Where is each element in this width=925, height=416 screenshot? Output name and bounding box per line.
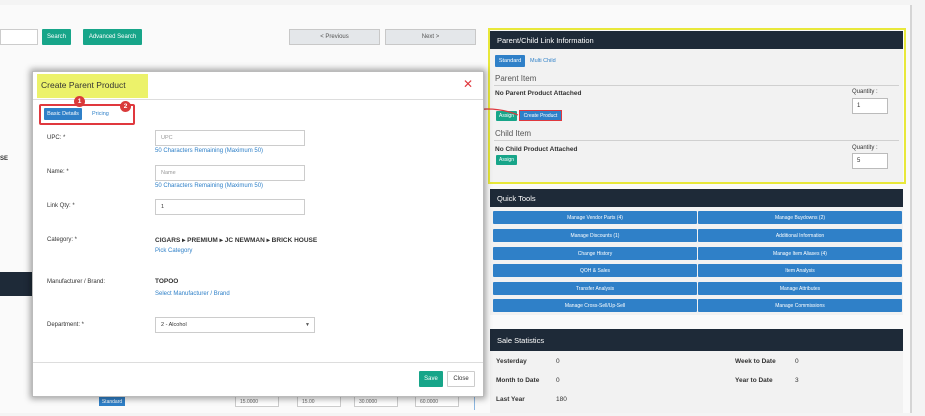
transfer-analysis-button[interactable]: Transfer Analysis bbox=[493, 282, 697, 295]
step-badge-2: 2 bbox=[120, 101, 131, 112]
chevron-down-icon: ▼ bbox=[305, 322, 310, 328]
standard-button[interactable]: Standard bbox=[99, 397, 125, 406]
upc-label: UPC: * bbox=[47, 135, 66, 141]
stat-value: 0 bbox=[795, 358, 799, 365]
close-icon[interactable]: ✕ bbox=[463, 78, 473, 90]
close-button[interactable]: Close bbox=[447, 371, 475, 387]
name-hint: 50 Characters Remaining (Maximum 50) bbox=[155, 183, 264, 189]
next-button[interactable]: Next > bbox=[385, 29, 476, 45]
name-label: Name: * bbox=[47, 169, 69, 175]
item-analysis-button[interactable]: Item Analysis bbox=[698, 264, 902, 277]
sale-statistics-title: Sale Statistics bbox=[490, 329, 903, 351]
category-label: Category: * bbox=[47, 237, 78, 243]
stat-label: Month to Date bbox=[496, 377, 540, 384]
stat-value: 180 bbox=[556, 396, 567, 403]
manage-item-aliases-button[interactable]: Manage Item Aliases (4) bbox=[698, 247, 902, 260]
department-select[interactable]: 2 - Alcohol ▼ bbox=[155, 317, 315, 333]
additional-information-button[interactable]: Additional Information bbox=[698, 229, 902, 242]
manage-cross-sell-button[interactable]: Manage Cross-Sell/Up-Sell bbox=[493, 299, 697, 312]
divider bbox=[33, 362, 483, 363]
change-history-button[interactable]: Change History bbox=[493, 247, 697, 260]
step-badge-1: 1 bbox=[74, 96, 85, 107]
price-input-3[interactable]: 30.0000 bbox=[354, 396, 398, 407]
stat-value: 0 bbox=[556, 377, 560, 384]
quick-tools-title: Quick Tools bbox=[490, 189, 903, 207]
link-qty-input[interactable]: 1 bbox=[155, 199, 305, 215]
background-text-fragment: SE bbox=[0, 156, 9, 162]
price-input-4[interactable]: 60.0000 bbox=[415, 396, 459, 407]
upc-hint: 50 Characters Remaining (Maximum 50) bbox=[155, 148, 264, 154]
stat-value: 3 bbox=[795, 377, 799, 384]
manufacturer-label: Manufacturer / Brand: bbox=[47, 279, 106, 285]
stat-label: Year to Date bbox=[735, 377, 773, 384]
search-input[interactable] bbox=[0, 29, 38, 45]
background-dark-strip bbox=[0, 272, 34, 296]
category-value: CIGARS ▸ PREMIUM ▸ JC NEWMAN ▸ BRICK HOU… bbox=[155, 237, 318, 244]
price-input-1[interactable]: 15.0000 bbox=[235, 396, 279, 407]
previous-button[interactable]: < Previous bbox=[289, 29, 380, 45]
manufacturer-value: TOPOO bbox=[155, 278, 179, 285]
stat-value: 0 bbox=[556, 358, 560, 365]
manage-commissions-button[interactable]: Manage Commissions bbox=[698, 299, 902, 312]
search-button[interactable]: Search bbox=[42, 29, 71, 45]
sale-statistics-panel bbox=[490, 351, 903, 413]
department-label: Department: * bbox=[47, 322, 85, 328]
save-button[interactable]: Save bbox=[419, 371, 443, 387]
divider bbox=[33, 99, 483, 100]
select-manufacturer-link[interactable]: Select Manufacturer / Brand bbox=[155, 291, 230, 297]
pick-category-link[interactable]: Pick Category bbox=[155, 248, 192, 254]
manage-vendor-parts-button[interactable]: Manage Vendor Parts (4) bbox=[493, 211, 697, 224]
manage-attributes-button[interactable]: Manage Attributes bbox=[698, 282, 902, 295]
advanced-search-button[interactable]: Advanced Search bbox=[83, 29, 142, 45]
price-input-2[interactable]: 15.00 bbox=[297, 396, 341, 407]
link-qty-label: Link Qty: * bbox=[47, 203, 75, 209]
modal-title: Create Parent Product bbox=[41, 80, 126, 90]
qoh-sales-button[interactable]: QOH & Sales bbox=[493, 264, 697, 277]
manage-discounts-button[interactable]: Manage Discounts (1) bbox=[493, 229, 697, 242]
upc-input[interactable]: UPC bbox=[155, 130, 305, 146]
name-input[interactable]: Name bbox=[155, 165, 305, 181]
stat-label: Week to Date bbox=[735, 358, 776, 365]
manage-buydowns-button[interactable]: Manage Buydowns (2) bbox=[698, 211, 902, 224]
highlight-box bbox=[488, 28, 906, 184]
stat-label: Last Year bbox=[496, 396, 525, 403]
department-value: 2 - Alcohol bbox=[161, 322, 187, 328]
stat-label: Yesterday bbox=[496, 358, 527, 365]
